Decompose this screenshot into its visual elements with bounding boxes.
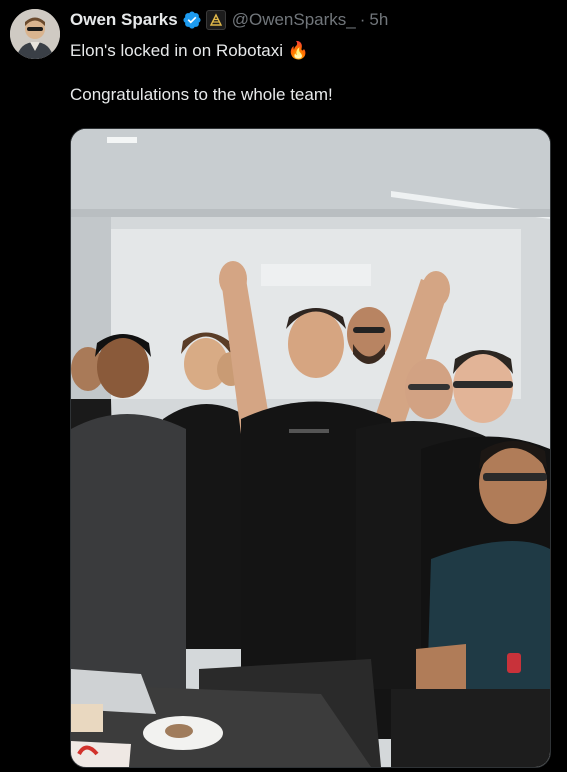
avatar-image	[10, 9, 60, 59]
author-name[interactable]: Owen Sparks	[70, 10, 178, 30]
tweet[interactable]: Owen Sparks @OwenSparks_ · 5h Elon's loc…	[0, 0, 567, 772]
timestamp[interactable]: 5h	[369, 10, 388, 30]
tweet-photo[interactable]	[70, 128, 551, 768]
tweet-text-main: Elon's locked in on Robotaxi	[70, 41, 284, 60]
verified-badge-icon[interactable]	[182, 10, 202, 30]
tweet-text-line-2: Congratulations to the whole team!	[70, 85, 333, 104]
fire-emoji-icon: 🔥	[287, 41, 309, 60]
tweet-text-line-1: Elon's locked in on Robotaxi 🔥	[70, 40, 550, 62]
affiliate-badge-icon[interactable]	[205, 10, 226, 30]
separator-dot: ·	[359, 10, 366, 29]
author-handle[interactable]: @OwenSparks_	[232, 10, 356, 30]
author-avatar[interactable]	[10, 9, 60, 59]
tweet-header: Owen Sparks @OwenSparks_ · 5h	[70, 9, 388, 31]
group-photo	[71, 129, 550, 767]
tweet-text: Elon's locked in on Robotaxi 🔥 Congratul…	[70, 40, 550, 106]
